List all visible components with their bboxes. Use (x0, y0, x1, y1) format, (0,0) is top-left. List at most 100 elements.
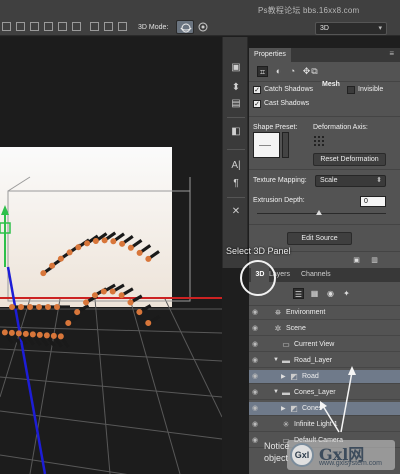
visibility-eye-icon[interactable]: ◉ (252, 405, 261, 413)
character-icon[interactable]: A| (228, 159, 244, 173)
3d-scene (0, 147, 222, 474)
visibility-eye-icon[interactable]: ◉ (252, 373, 261, 381)
align-right-icon[interactable] (72, 22, 81, 31)
deform-filter-icon[interactable]: ◐ (273, 66, 284, 77)
render-icon[interactable]: ▣ (351, 255, 362, 266)
tab-channels[interactable]: Channels (301, 268, 333, 282)
distribute-center-icon[interactable] (104, 22, 113, 31)
history-icon[interactable]: ▣ (228, 61, 244, 75)
scene-tree-label: Cones_Layer (294, 389, 336, 396)
cap-filter-icon[interactable]: ◔ (287, 66, 298, 77)
divider (227, 149, 245, 150)
meshes-filter-icon[interactable]: ▦ (309, 288, 320, 299)
mesh-filter-icon[interactable]: ⌗ (257, 66, 268, 77)
scene-tree-row[interactable]: ◉ ▭ Current View (249, 338, 400, 352)
panel-menu-icon[interactable]: ≡ (389, 49, 394, 58)
site-logo: Gxl Gxl网 www.gxlsystem.com (287, 440, 395, 470)
divider (227, 117, 245, 118)
scene-tree-row[interactable]: ◉ ▼ ▬ Road_Layer (249, 354, 400, 368)
extrusion-depth-label: Extrusion Depth: (253, 197, 305, 204)
logo-url: www.gxlsystem.com (319, 460, 383, 467)
materials-filter-icon[interactable]: ◉ (325, 288, 336, 299)
disclosure-triangle-icon[interactable]: ▶ (281, 405, 286, 412)
align-bottom-icon[interactable] (30, 22, 39, 31)
align-hcenter-icon[interactable] (58, 22, 67, 31)
scene-tree-row[interactable]: ◉ ✲ Scene (249, 322, 400, 336)
invisible-checkbox[interactable] (347, 86, 355, 94)
properties-panel: Properties ≡ ⌗ ◐ ◔ ✥ ⧉ Mesh ✓ Catch Shad… (249, 48, 400, 268)
visibility-eye-icon[interactable]: ◉ (252, 341, 261, 349)
note-line: Notice (264, 441, 290, 451)
cast-shadows-checkbox[interactable]: ✓ (253, 100, 261, 108)
disclosure-triangle-icon[interactable]: ▼ (273, 389, 279, 395)
reset-deformation-button[interactable]: Reset Deformation (313, 153, 386, 166)
visibility-eye-icon[interactable]: ◉ (252, 421, 261, 429)
ground-grid (0, 298, 222, 474)
mesh-label: Mesh (322, 81, 340, 88)
chevron-down-icon: ▾ (378, 25, 382, 32)
tab-layers[interactable]: Layers (269, 268, 293, 282)
visibility-eye-icon[interactable]: ◉ (252, 437, 261, 445)
adjustments-icon[interactable]: ◧ (228, 125, 244, 139)
align-vcenter-icon[interactable] (16, 22, 25, 31)
disclosure-triangle-icon[interactable]: ▼ (273, 357, 279, 363)
scene-tree-label: Road (302, 373, 319, 380)
swatches-icon[interactable]: ▤ (228, 97, 244, 111)
roll-tool-button[interactable] (194, 20, 212, 34)
shape-preset-dropdown[interactable] (282, 132, 289, 158)
trash-icon[interactable]: ▥ (369, 255, 380, 266)
distribute-top-icon[interactable] (90, 22, 99, 31)
catch-shadows-checkbox[interactable]: ✓ (253, 86, 261, 94)
mesh-icon: ◩ (290, 372, 298, 381)
3d-filter-toolbar: ☰ ▦ ◉ ✦ (249, 282, 400, 306)
invisible-label: Invisible (358, 86, 384, 93)
visibility-eye-icon[interactable]: ◉ (252, 389, 261, 397)
folder-icon: ▬ (282, 388, 290, 397)
document-canvas[interactable] (0, 37, 222, 474)
scene-tree-row[interactable]: ◉ ▶ ◩ Cones (249, 402, 400, 416)
texture-mapping-label: Texture Mapping: (253, 177, 307, 184)
tab-properties[interactable]: Properties (249, 48, 291, 62)
texture-mapping-select[interactable]: Scale ⬍ (315, 175, 386, 187)
scene-tree-label: Infinite Light 1 (294, 421, 338, 428)
scene-tree-label: Road_Layer (294, 357, 333, 364)
3d-mode-label: 3D Mode: (138, 24, 169, 31)
lights-filter-icon[interactable]: ✦ (341, 288, 352, 299)
scene-tree-row[interactable]: ◉ ▼ ▬ Cones_Layer (249, 386, 400, 400)
scene-tree-row[interactable]: ◉ ⛯ Environment (249, 306, 400, 320)
folder-icon: ▬ (282, 356, 290, 365)
tab-3d[interactable]: 3D (251, 268, 269, 282)
visibility-eye-icon[interactable]: ◉ (252, 325, 261, 333)
scene-tree-label: Scene (286, 325, 306, 332)
deformation-axis-grid[interactable] (313, 135, 325, 147)
tutorial-note: Notice object (264, 440, 290, 464)
divider (249, 169, 400, 170)
extrusion-depth-input[interactable]: 0 (360, 196, 386, 207)
slider-thumb[interactable] (316, 210, 322, 215)
tool-presets-icon[interactable]: ✕ (228, 205, 244, 219)
edit-source-button[interactable]: Edit Source (287, 232, 352, 245)
paragraph-icon[interactable]: ¶ (228, 177, 244, 191)
mesh-type-icon: ⧉ (311, 66, 318, 76)
disclosure-triangle-icon[interactable]: ▶ (281, 373, 286, 380)
scene-tree-row[interactable]: ◉ ✳ Infinite Light 1 (249, 418, 400, 432)
scene-tree-row[interactable]: ◉ ▶ ◩ Road (249, 370, 400, 384)
shape-preset-picker[interactable] (253, 132, 280, 158)
environment-icon: ⛯ (274, 308, 282, 317)
shape-preset-label: Shape Preset: (253, 124, 298, 131)
logo-mark: Gxl (290, 443, 314, 467)
align-top-icon[interactable] (2, 22, 11, 31)
mesh-icon: ◩ (290, 404, 298, 413)
cone (145, 315, 161, 326)
orbit-tool-button[interactable] (176, 20, 194, 34)
whole-scene-icon[interactable]: ☰ (293, 288, 304, 299)
distribute-bottom-icon[interactable] (118, 22, 127, 31)
orbit-icon (180, 23, 192, 33)
visibility-eye-icon[interactable]: ◉ (252, 309, 261, 317)
view-select[interactable]: 3D ▾ (315, 22, 387, 35)
light-icon: ✳ (282, 420, 290, 429)
visibility-eye-icon[interactable]: ◉ (252, 357, 261, 365)
align-left-icon[interactable] (44, 22, 53, 31)
brush-settings-icon[interactable]: ⬍ (228, 81, 244, 95)
properties-tabbar: Properties ≡ (249, 48, 400, 62)
